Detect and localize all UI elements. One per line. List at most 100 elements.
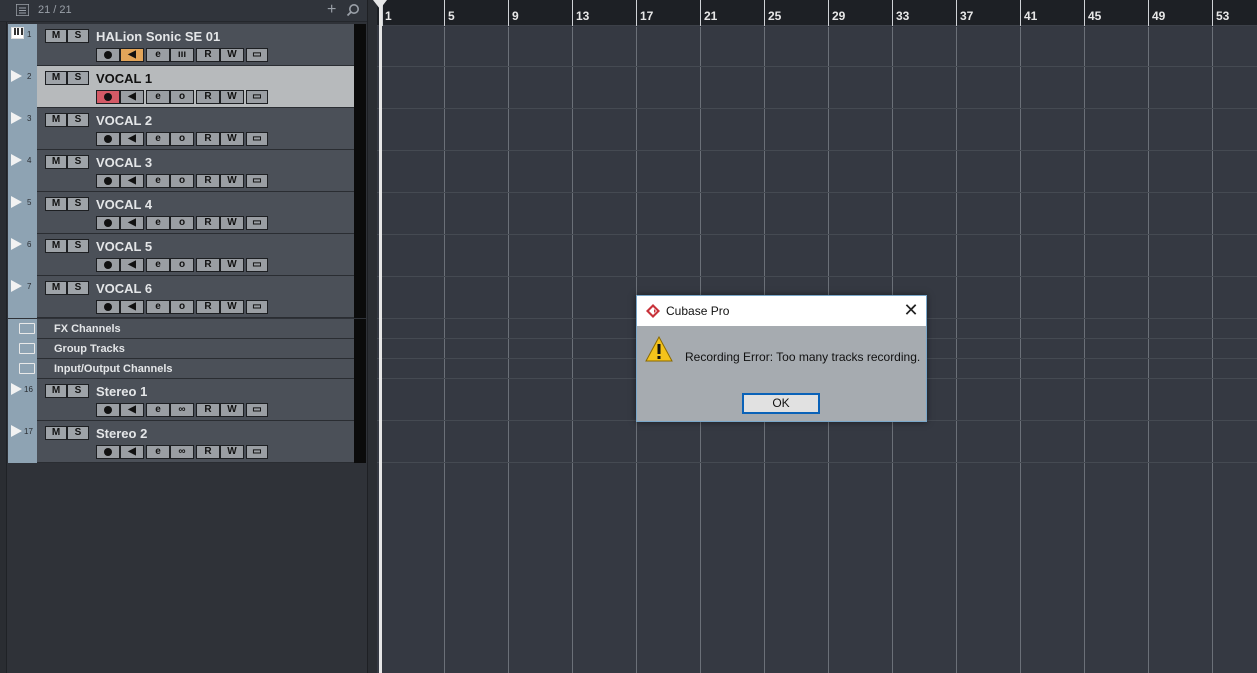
expand-triangle-icon[interactable] <box>11 383 22 395</box>
lanes-button[interactable]: ▭ <box>246 300 268 314</box>
read-automation-button[interactable]: R <box>196 258 220 272</box>
search-icon[interactable] <box>346 3 360 17</box>
record-enable-button[interactable] <box>96 132 120 146</box>
read-automation-button[interactable]: R <box>196 445 220 459</box>
project-cursor[interactable] <box>379 0 382 673</box>
record-enable-button[interactable] <box>96 445 120 459</box>
read-automation-button[interactable]: R <box>196 90 220 104</box>
monitor-button[interactable]: ◀ <box>120 48 144 62</box>
lanes-button[interactable]: ▭ <box>246 132 268 146</box>
track-name[interactable]: VOCAL 4 <box>96 197 152 212</box>
folder-group-tracks[interactable]: Group Tracks <box>8 339 366 359</box>
track-list-menu-icon[interactable] <box>16 4 29 16</box>
add-track-icon[interactable]: + <box>327 1 336 19</box>
solo-button[interactable]: S <box>67 281 89 295</box>
folder-icon[interactable] <box>19 323 35 334</box>
read-automation-button[interactable]: R <box>196 216 220 230</box>
lanes-button[interactable]: ▭ <box>246 174 268 188</box>
expand-triangle-icon[interactable] <box>11 425 22 437</box>
lanes-button[interactable]: ▭ <box>246 258 268 272</box>
edit-button[interactable]: e <box>146 174 170 188</box>
monitor-button[interactable]: ◀ <box>120 90 144 104</box>
expand-triangle-icon[interactable] <box>11 112 22 124</box>
expand-triangle-icon[interactable] <box>11 196 22 208</box>
monitor-button[interactable]: ◀ <box>120 403 144 417</box>
track-name[interactable]: VOCAL 3 <box>96 155 152 170</box>
read-automation-button[interactable]: R <box>196 300 220 314</box>
close-icon[interactable]: ✕ <box>903 301 919 319</box>
mute-button[interactable]: M <box>45 197 67 211</box>
dialog-titlebar[interactable]: Cubase Pro ✕ <box>637 296 926 326</box>
record-enable-button[interactable] <box>96 258 120 272</box>
monitor-button[interactable]: ◀ <box>120 300 144 314</box>
edit-button[interactable]: e <box>146 90 170 104</box>
freeze-button[interactable]: o <box>170 174 194 188</box>
track-vocal-2[interactable]: 3 M S VOCAL 2 ◀ e o R W ▭ <box>8 108 366 150</box>
mute-button[interactable]: M <box>45 281 67 295</box>
mute-button[interactable]: M <box>45 71 67 85</box>
write-automation-button[interactable]: W <box>220 90 244 104</box>
track-vocal-3[interactable]: 4 M S VOCAL 3 ◀ e o R W ▭ <box>8 150 366 192</box>
expand-triangle-icon[interactable] <box>11 70 22 82</box>
read-automation-button[interactable]: R <box>196 403 220 417</box>
expand-triangle-icon[interactable] <box>11 280 22 292</box>
folder-input-output-channels[interactable]: Input/Output Channels <box>8 359 366 379</box>
mute-button[interactable]: M <box>45 155 67 169</box>
monitor-button[interactable]: ◀ <box>120 258 144 272</box>
monitor-button[interactable]: ◀ <box>120 174 144 188</box>
lanes-button[interactable]: ▭ <box>246 216 268 230</box>
freeze-button[interactable]: o <box>170 90 194 104</box>
record-enable-button[interactable] <box>96 48 120 62</box>
link-button[interactable]: ∞ <box>170 445 194 459</box>
track-name[interactable]: VOCAL 6 <box>96 281 152 296</box>
mute-button[interactable]: M <box>45 239 67 253</box>
solo-button[interactable]: S <box>67 113 89 127</box>
track-vocal-5[interactable]: 6 M S VOCAL 5 ◀ e o R W ▭ <box>8 234 366 276</box>
write-automation-button[interactable]: W <box>220 258 244 272</box>
edit-button[interactable]: e <box>146 216 170 230</box>
solo-button[interactable]: S <box>67 426 89 440</box>
lanes-button[interactable]: ▭ <box>246 90 268 104</box>
mute-button[interactable]: M <box>45 113 67 127</box>
lanes-button[interactable]: ▭ <box>246 403 268 417</box>
record-enable-button[interactable] <box>96 216 120 230</box>
track-halion[interactable]: 1 M S HALion Sonic SE 01 ◀ e ııı R W ▭ <box>8 24 366 66</box>
solo-button[interactable]: S <box>67 197 89 211</box>
track-name[interactable]: VOCAL 2 <box>96 113 152 128</box>
record-enable-button[interactable] <box>96 90 120 104</box>
track-stereo-1[interactable]: 16 M S Stereo 1 ◀ e ∞ R W ▭ <box>8 379 366 421</box>
read-automation-button[interactable]: R <box>196 48 220 62</box>
track-vocal-6[interactable]: 7 M S VOCAL 6 ◀ e o R W ▭ <box>8 276 366 318</box>
solo-button[interactable]: S <box>67 384 89 398</box>
write-automation-button[interactable]: W <box>220 132 244 146</box>
solo-button[interactable]: S <box>67 155 89 169</box>
freeze-button[interactable]: o <box>170 258 194 272</box>
write-automation-button[interactable]: W <box>220 403 244 417</box>
project-cursor-head[interactable] <box>373 0 387 9</box>
folder-icon[interactable] <box>19 343 35 354</box>
track-name[interactable]: Stereo 2 <box>96 426 147 441</box>
track-name[interactable]: HALion Sonic SE 01 <box>96 29 220 44</box>
freeze-button[interactable]: o <box>170 300 194 314</box>
monitor-button[interactable]: ◀ <box>120 445 144 459</box>
edit-button[interactable]: e <box>146 258 170 272</box>
folder-name[interactable]: Input/Output Channels <box>54 363 173 375</box>
track-vocal-4[interactable]: 5 M S VOCAL 4 ◀ e o R W ▭ <box>8 192 366 234</box>
mute-button[interactable]: M <box>45 384 67 398</box>
freeze-button[interactable]: o <box>170 132 194 146</box>
solo-button[interactable]: S <box>67 29 89 43</box>
write-automation-button[interactable]: W <box>220 174 244 188</box>
edit-button[interactable]: e <box>146 48 170 62</box>
expand-triangle-icon[interactable] <box>11 238 22 250</box>
mute-button[interactable]: M <box>45 426 67 440</box>
lanes-button[interactable]: ▭ <box>246 445 268 459</box>
edit-button[interactable]: e <box>146 403 170 417</box>
write-automation-button[interactable]: W <box>220 216 244 230</box>
freeze-button[interactable]: o <box>170 216 194 230</box>
track-name[interactable]: Stereo 1 <box>96 384 147 399</box>
record-enable-button[interactable] <box>96 174 120 188</box>
lanes-button[interactable]: ▭ <box>246 48 268 62</box>
tracklist-splitter[interactable] <box>367 0 377 673</box>
ok-button[interactable]: OK <box>742 393 820 414</box>
solo-button[interactable]: S <box>67 71 89 85</box>
